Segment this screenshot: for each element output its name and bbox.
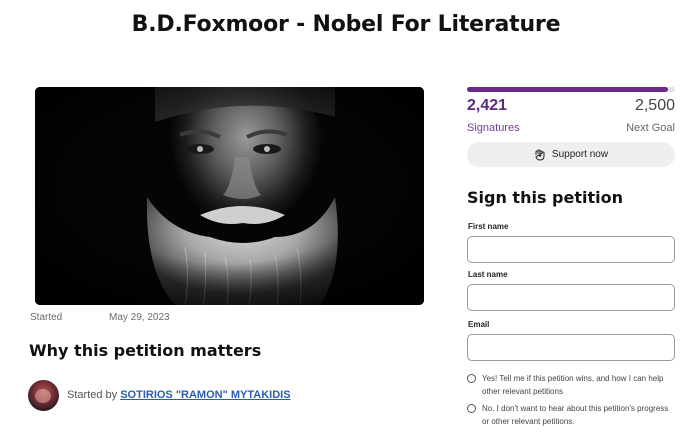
petition-photo	[35, 87, 424, 305]
why-heading: Why this petition matters	[29, 341, 262, 360]
starter-text: Started by SOTIRIOS "RAMON" MYTAKIDIS	[67, 389, 291, 401]
support-now-label: Support now	[551, 149, 609, 160]
first-name-field[interactable]	[467, 236, 675, 263]
started-label: Started	[30, 312, 63, 323]
email-field[interactable]	[467, 334, 675, 361]
opt-in-yes-text: Yes! Tell me if this petition wins, and …	[482, 374, 664, 396]
opt-in-no-text: No. I don't want to hear about this peti…	[482, 404, 669, 426]
opt-in-yes-option[interactable]: Yes! Tell me if this petition wins, and …	[467, 372, 677, 398]
progress-fill	[467, 87, 669, 92]
support-now-button[interactable]: Support now	[467, 142, 675, 167]
opt-in-no-radio[interactable]	[467, 404, 476, 413]
page-title: B.D.Foxmoor - Nobel For Literature	[131, 12, 561, 37]
hand-heart-icon	[535, 148, 545, 161]
last-name-label: Last name	[468, 270, 508, 279]
opt-in-yes-radio[interactable]	[467, 374, 476, 383]
starter-name-link[interactable]: SOTIRIOS "RAMON" MYTAKIDIS	[120, 389, 290, 401]
email-label: Email	[468, 320, 490, 329]
first-name-label: First name	[468, 222, 509, 231]
avatar[interactable]	[28, 379, 59, 411]
goal-count: 2,500	[634, 97, 675, 114]
signatures-label: Signatures	[467, 122, 520, 134]
sign-petition-heading: Sign this petition	[467, 188, 623, 207]
signature-count: 2,421	[467, 97, 508, 114]
goal-label: Next Goal	[626, 122, 675, 134]
opt-in-no-option[interactable]: No. I don't want to hear about this peti…	[467, 402, 677, 428]
starter-prefix: Started by	[67, 389, 118, 401]
petition-starter: Started by SOTIRIOS "RAMON" MYTAKIDIS	[28, 379, 291, 411]
last-name-field[interactable]	[467, 284, 675, 311]
progress-bar	[467, 87, 675, 92]
started-date: May 29, 2023	[109, 312, 170, 323]
